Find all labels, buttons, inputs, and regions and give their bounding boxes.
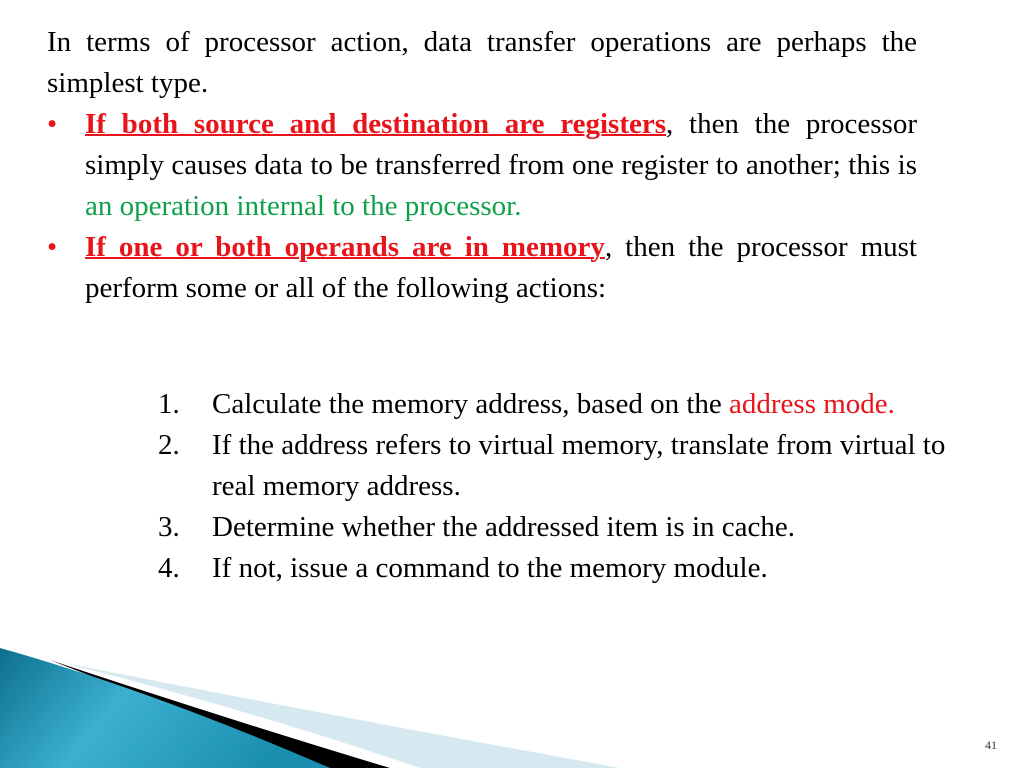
list-text: If the address refers to virtual memory,… bbox=[212, 429, 946, 502]
actions-list: 1. Calculate the memory address, based o… bbox=[158, 384, 958, 589]
list-red-text: address mode. bbox=[729, 388, 895, 420]
list-item: 4. If not, issue a command to the memory… bbox=[158, 548, 958, 589]
bullet-icon: • bbox=[47, 231, 58, 263]
bullet-highlight: If both source and destination are regis… bbox=[85, 108, 667, 140]
decorative-swoosh bbox=[0, 648, 620, 768]
list-text: Calculate the memory address, based on t… bbox=[212, 388, 730, 420]
list-text: If not, issue a command to the memory mo… bbox=[212, 552, 768, 584]
list-text: Determine whether the addressed item is … bbox=[212, 511, 795, 543]
bullet-memory: • If one or both operands are in memory,… bbox=[47, 227, 917, 309]
bullet-registers: • If both source and destination are reg… bbox=[47, 104, 917, 227]
list-number: 1. bbox=[158, 388, 180, 420]
list-number: 3. bbox=[158, 511, 180, 543]
list-number: 2. bbox=[158, 429, 180, 461]
list-item: 1. Calculate the memory address, based o… bbox=[158, 384, 958, 425]
slide-body: In terms of processor action, data trans… bbox=[47, 22, 917, 309]
bullet-highlight: If one or both operands are in memory bbox=[85, 231, 605, 263]
bullet-icon: • bbox=[47, 108, 58, 140]
bullet-green-text: an operation internal to the processor. bbox=[85, 190, 522, 222]
intro-paragraph: In terms of processor action, data trans… bbox=[47, 26, 917, 99]
list-number: 4. bbox=[158, 552, 180, 584]
page-number: 41 bbox=[985, 738, 997, 752]
list-item: 3. Determine whether the addressed item … bbox=[158, 507, 958, 548]
list-item: 2. If the address refers to virtual memo… bbox=[158, 425, 958, 507]
